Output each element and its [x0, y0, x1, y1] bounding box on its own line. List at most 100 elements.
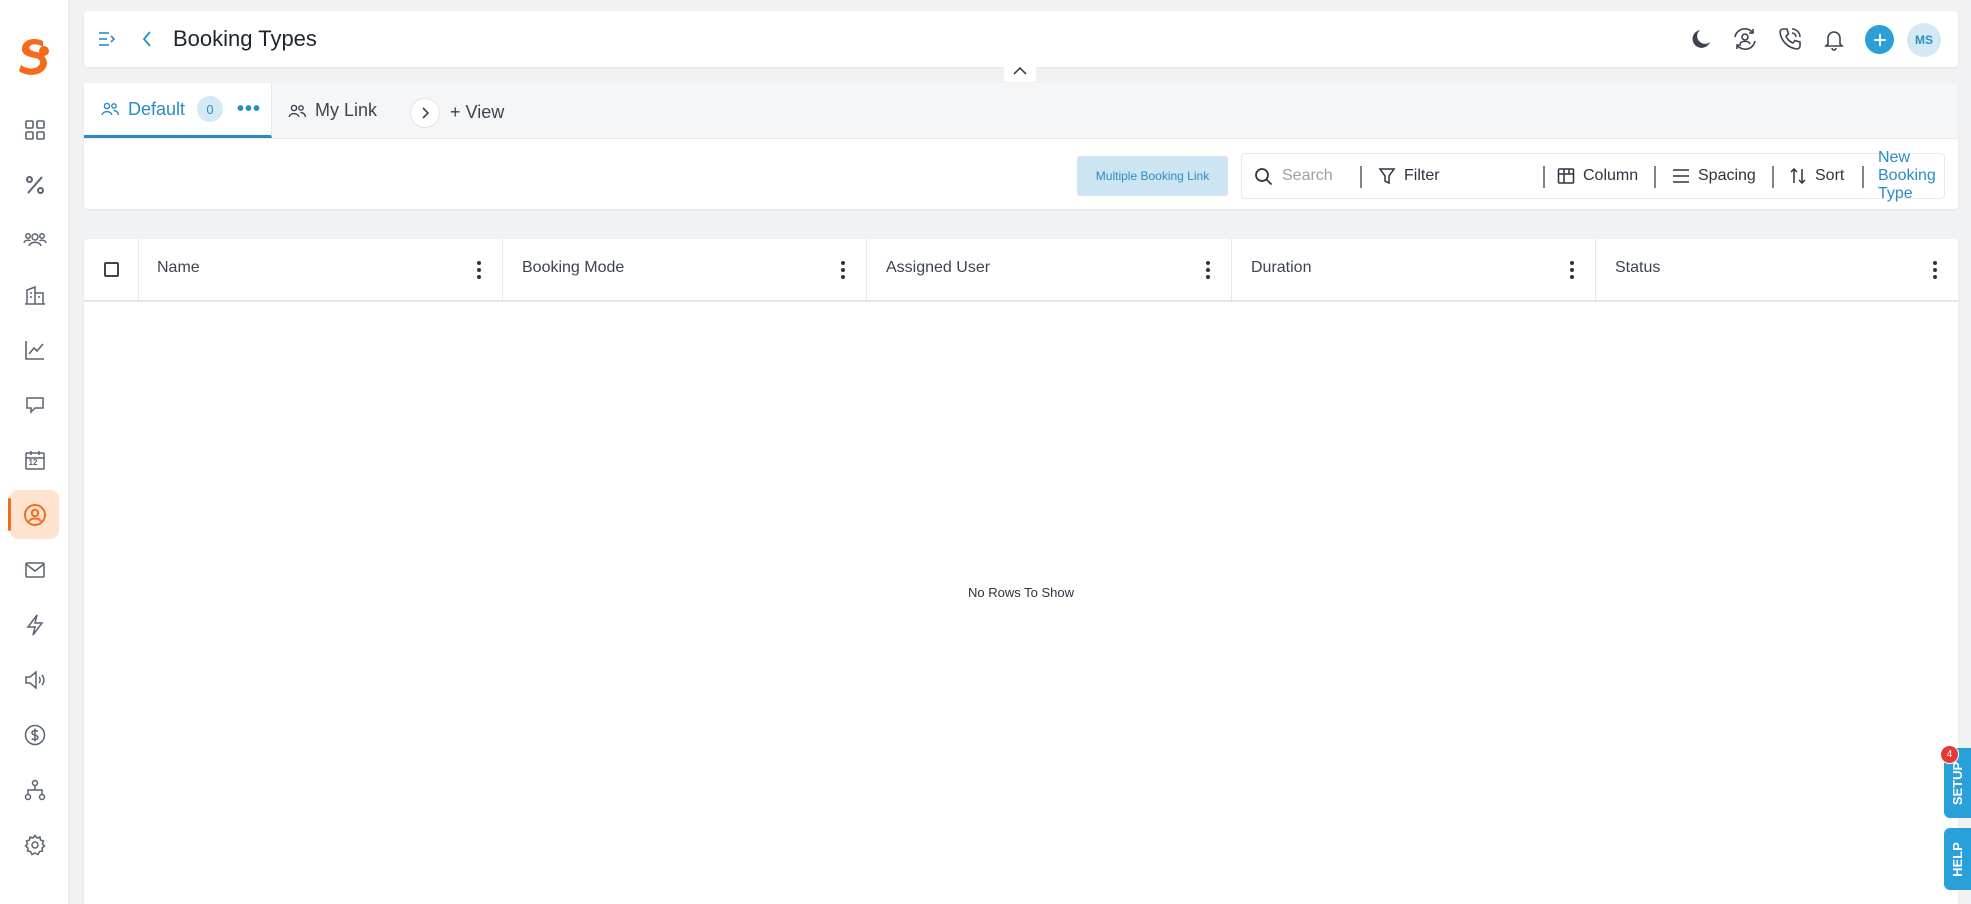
empty-state-message: No Rows To Show — [968, 585, 1074, 600]
app-logo[interactable] — [13, 35, 55, 77]
sidebar-item-dashboard[interactable] — [10, 105, 59, 154]
sidebar-item-conversations[interactable] — [10, 380, 59, 429]
booking-types-table: Name Booking Mode Assigned User Duration… — [84, 239, 1958, 904]
users-icon — [287, 103, 307, 119]
tab-my-link-label: My Link — [315, 100, 378, 120]
column-button[interactable]: Column — [1557, 154, 1638, 198]
table-header: Name Booking Mode Assigned User Duration… — [84, 239, 1958, 302]
spacing-label: Spacing — [1698, 167, 1756, 184]
page-title: Booking Types — [173, 26, 317, 51]
column-menu-icon[interactable] — [1930, 259, 1940, 281]
toolbar-divider — [1543, 166, 1545, 188]
new-booking-type-button[interactable]: New Booking Type — [1878, 149, 1944, 202]
search-input[interactable]: Search — [1254, 154, 1354, 198]
tab-my-link[interactable]: My Link — [273, 83, 407, 138]
tab-count-badge: 0 — [197, 96, 224, 122]
dashboard-icon — [24, 119, 46, 141]
users-icon — [100, 101, 120, 117]
notifications-button[interactable] — [1820, 25, 1848, 53]
user-avatar[interactable]: MS — [1907, 23, 1941, 57]
active-indicator — [8, 498, 11, 531]
column-label: Column — [1583, 167, 1639, 184]
column-menu-icon[interactable] — [1567, 259, 1577, 281]
setup-count-badge: 4 — [1940, 745, 1959, 764]
column-header-booking-mode[interactable]: Booking Mode — [503, 239, 867, 300]
column-menu-icon[interactable] — [1203, 259, 1213, 281]
column-header-assigned-user[interactable]: Assigned User — [867, 239, 1232, 300]
sort-label: Sort — [1815, 167, 1845, 184]
filter-label: Filter — [1404, 167, 1440, 184]
calendar-date-label: 12 — [28, 457, 38, 467]
filter-icon — [1378, 167, 1396, 185]
sidebar-item-billing[interactable] — [10, 710, 59, 759]
help-tab[interactable]: HELP — [1944, 828, 1971, 890]
moon-icon — [1690, 27, 1714, 51]
select-all-checkbox[interactable] — [103, 262, 119, 277]
column-icon — [1557, 167, 1575, 185]
sidebar-item-automation[interactable] — [10, 600, 59, 649]
tab-default-label: Default — [128, 98, 186, 119]
column-menu-icon[interactable] — [474, 259, 484, 281]
sort-button[interactable]: Sort — [1789, 154, 1844, 198]
sidebar-item-calendar[interactable]: 12 — [10, 435, 59, 484]
mail-icon — [24, 559, 46, 581]
sidebar-item-hierarchy[interactable] — [10, 765, 59, 814]
multiple-booking-link-button[interactable]: Multiple Booking Link — [1077, 156, 1228, 196]
sidebar-item-percent[interactable] — [10, 160, 59, 209]
tab-default[interactable]: Default 0 ••• — [84, 83, 272, 138]
column-header-label: Name — [157, 259, 200, 276]
more-options-icon[interactable]: ••• — [237, 98, 261, 121]
search-placeholder: Search — [1282, 167, 1333, 184]
column-header-label: Booking Mode — [522, 259, 625, 276]
back-button[interactable] — [136, 28, 158, 50]
sidebar-item-reports[interactable] — [10, 325, 59, 374]
collapse-header-button[interactable] — [1004, 66, 1036, 82]
calendar-icon: 12 — [24, 449, 46, 471]
menu-toggle-button[interactable] — [96, 28, 118, 50]
quick-add-button[interactable] — [1865, 25, 1894, 54]
search-icon — [1254, 167, 1273, 186]
add-icon — [1873, 33, 1887, 47]
spacing-icon — [1672, 168, 1690, 184]
user-sync-button[interactable] — [1731, 25, 1759, 53]
column-header-label: Assigned User — [886, 259, 991, 276]
megaphone-icon — [24, 669, 46, 691]
phone-button[interactable] — [1776, 25, 1804, 53]
column-header-label: Duration — [1251, 259, 1312, 276]
toolbar-divider — [1654, 166, 1656, 188]
chat-icon — [24, 394, 46, 416]
sidebar-item-users[interactable] — [10, 215, 59, 264]
tabs-scroll-next-button[interactable] — [410, 98, 440, 128]
sidebar-item-email[interactable] — [10, 545, 59, 594]
sidebar-item-settings[interactable] — [10, 820, 59, 869]
column-header-label: Status — [1615, 259, 1661, 276]
users-icon — [22, 229, 47, 251]
column-header-name[interactable]: Name — [138, 239, 503, 300]
bell-icon — [1822, 27, 1846, 51]
sidebar-item-marketing[interactable] — [10, 655, 59, 704]
table-toolbar: Search Filter Column Spacing Sort New Bo… — [1241, 149, 1945, 202]
views-panel: Default 0 ••• My Link + View Multiple Bo… — [84, 83, 1958, 209]
setup-tab-label: SETUP — [1950, 761, 1965, 805]
percent-icon — [24, 174, 46, 196]
column-header-status[interactable]: Status — [1596, 239, 1958, 300]
hierarchy-icon — [24, 779, 46, 801]
column-header-duration[interactable]: Duration — [1232, 239, 1596, 300]
column-menu-icon[interactable] — [838, 259, 848, 281]
view-tabs: Default 0 ••• My Link + View — [84, 83, 1958, 139]
lightning-icon — [24, 614, 46, 636]
add-view-button[interactable]: + View — [450, 98, 504, 126]
spacing-button[interactable]: Spacing — [1672, 154, 1756, 198]
contact-icon — [23, 503, 47, 527]
sidebar: 12 — [0, 0, 69, 904]
filter-button[interactable]: Filter — [1378, 154, 1440, 198]
top-bar: Booking Types MS — [84, 11, 1958, 67]
chart-line-icon — [24, 339, 46, 361]
sidebar-item-companies[interactable] — [10, 270, 59, 319]
toolbar-divider — [1772, 166, 1774, 188]
toolbar-divider — [1862, 166, 1864, 188]
chevron-left-icon — [141, 30, 153, 48]
sidebar-item-contacts[interactable] — [8, 490, 59, 539]
phone-icon — [1778, 27, 1802, 51]
dark-mode-toggle[interactable] — [1688, 25, 1716, 53]
